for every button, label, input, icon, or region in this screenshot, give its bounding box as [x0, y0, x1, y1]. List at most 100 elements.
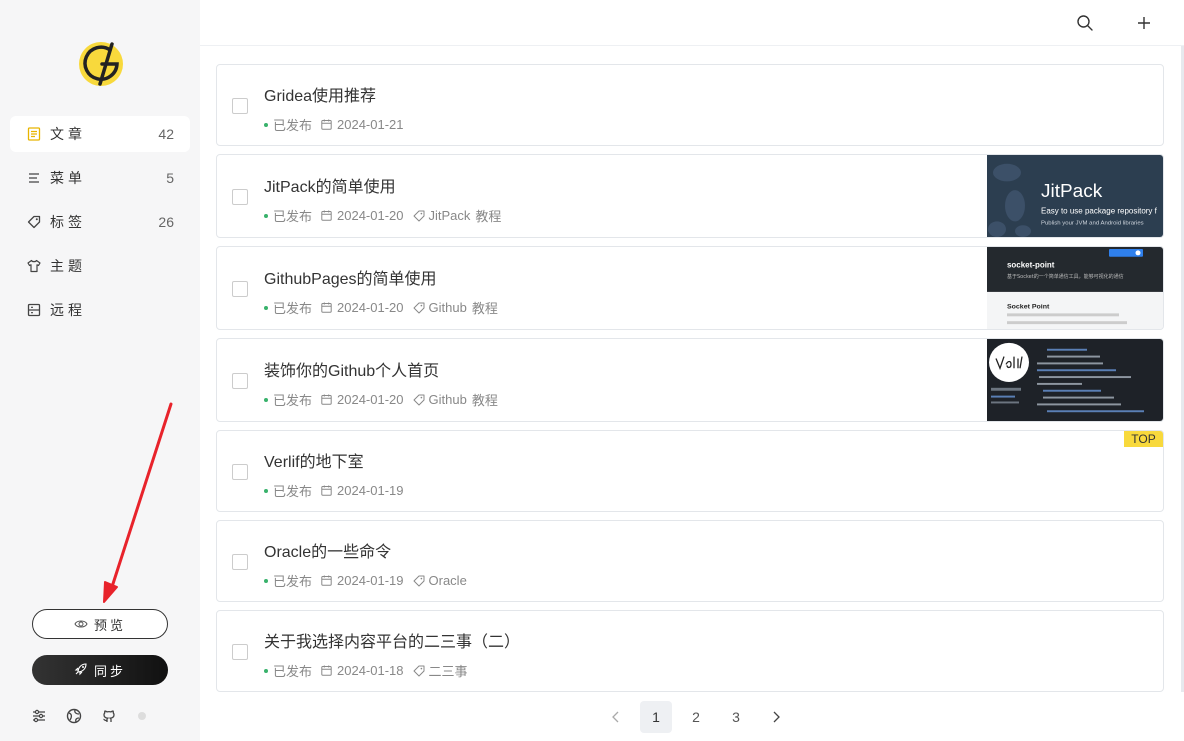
- post-card[interactable]: Gridea使用推荐已发布 2024-01-21: [216, 64, 1164, 146]
- page-button-3[interactable]: 3: [720, 701, 752, 733]
- sidebar-item-label: 标签: [50, 214, 86, 230]
- post-checkbox[interactable]: [232, 189, 248, 205]
- sidebar-item-remote[interactable]: 远程: [10, 292, 190, 328]
- tag-icon: [413, 394, 425, 406]
- search-icon[interactable]: [1076, 14, 1094, 32]
- post-title[interactable]: Gridea使用推荐: [264, 82, 376, 106]
- tag-icon: [27, 215, 41, 229]
- published-dot: [264, 305, 268, 310]
- post-date: 2024-01-21: [337, 117, 404, 132]
- post-checkbox[interactable]: [232, 464, 248, 480]
- post-status: 已发布: [273, 574, 313, 589]
- top-badge: TOP: [1124, 431, 1163, 447]
- post-thumbnail: socket-point 基于Socket的一个简单通信工具，能够可视化的通信 So…: [987, 247, 1163, 329]
- app-logo: [76, 40, 126, 88]
- post-title[interactable]: GithubPages的简单使用: [264, 265, 437, 289]
- settings-sliders-icon[interactable]: [30, 707, 48, 725]
- post-tag: 教程: [471, 393, 498, 408]
- post-checkbox[interactable]: [232, 554, 248, 570]
- thumb-line2: Publish your JVM and Android libraries: [1041, 220, 1144, 226]
- post-tag: Oracle: [428, 573, 467, 588]
- connection-status-dot: [138, 712, 146, 720]
- thumb-title: JitPack: [1041, 180, 1103, 201]
- post-card[interactable]: 关于我选择内容平台的二三事（二） 已发布 2024-01-18 二三事: [216, 610, 1164, 692]
- thumb-subtitle: 基于Socket的一个简单通信工具，能够可视化的通信: [1007, 273, 1124, 280]
- post-date: 2024-01-18: [337, 663, 404, 678]
- published-dot: [264, 397, 268, 402]
- post-card[interactable]: 装饰你的Github个人首页 已发布 2024-01-20 Github 教程: [216, 338, 1164, 422]
- post-title[interactable]: Oracle的一些命令: [264, 538, 391, 562]
- post-tag: 教程: [475, 209, 502, 224]
- sync-label: 同步: [93, 663, 126, 679]
- post-checkbox[interactable]: [232, 281, 248, 297]
- main-content: Gridea使用推荐 已发布 2024-01-21 JitPack的简单使用 已发布 20…: [200, 0, 1184, 741]
- sidebar-item-count: 26: [158, 214, 174, 230]
- post-status: 已发布: [273, 664, 313, 679]
- sidebar-item-count: 5: [166, 170, 174, 186]
- post-thumbnail: JitPack Easy to use package repository f P…: [987, 155, 1163, 237]
- preview-label: 预览: [93, 617, 126, 633]
- post-checkbox[interactable]: [232, 644, 248, 660]
- remote-icon: [27, 303, 41, 317]
- preview-button[interactable]: 预览: [32, 609, 168, 639]
- post-thumbnail: [987, 339, 1163, 421]
- post-card[interactable]: JitPack的简单使用 已发布 2024-01-20 JitPack 教程 JitPac…: [216, 154, 1164, 238]
- post-date: 2024-01-20: [337, 208, 404, 223]
- post-tag: 教程: [471, 301, 498, 316]
- published-dot: [264, 668, 268, 673]
- next-page-button[interactable]: [760, 701, 792, 733]
- post-meta: 已发布 2024-01-19 Oracle: [264, 571, 467, 590]
- post-checkbox[interactable]: [232, 98, 248, 114]
- post-title[interactable]: Verlif的地下室: [264, 448, 364, 472]
- globe-icon[interactable]: [65, 707, 83, 725]
- post-title[interactable]: JitPack的简单使用: [264, 173, 396, 197]
- github-icon[interactable]: [100, 707, 118, 725]
- rocket-icon: [74, 662, 88, 679]
- post-checkbox[interactable]: [232, 373, 248, 389]
- post-meta: 已发布 2024-01-20 JitPack 教程: [264, 206, 501, 225]
- thumb-heading: Socket Point: [1007, 304, 1050, 311]
- thumb-line1: Easy to use package repository f: [1041, 207, 1158, 216]
- post-tag: Github: [428, 392, 467, 407]
- post-date: 2024-01-19: [337, 483, 404, 498]
- post-meta: 已发布 2024-01-18 二三事: [264, 661, 468, 680]
- page-button-1[interactable]: 1: [640, 701, 672, 733]
- calendar-icon: [321, 665, 332, 676]
- published-dot: [264, 122, 268, 127]
- tag-icon: [413, 665, 425, 677]
- post-tag: JitPack: [428, 208, 471, 223]
- sidebar-item-label: 主题: [50, 258, 86, 274]
- post-card[interactable]: Verlif的地下室已发布 2024-01-19 TOP: [216, 430, 1164, 512]
- post-title[interactable]: 关于我选择内容平台的二三事（二）: [264, 628, 520, 652]
- pagination: 1 2 3: [600, 701, 800, 733]
- post-tag: Github: [428, 300, 467, 315]
- calendar-icon: [321, 394, 332, 405]
- sidebar-footer: [30, 707, 163, 725]
- sidebar-item-themes[interactable]: 主题: [10, 248, 190, 284]
- add-post-icon[interactable]: [1135, 14, 1153, 32]
- calendar-icon: [321, 302, 332, 313]
- sidebar: 文章 42 菜单 5 标签 26 主题远程 预览 同步: [0, 0, 200, 741]
- post-card[interactable]: Oracle的一些命令已发布 2024-01-19 Oracle: [216, 520, 1164, 602]
- post-status: 已发布: [273, 301, 313, 316]
- top-toolbar: [200, 0, 1184, 46]
- eye-icon: [74, 617, 88, 632]
- sidebar-item-label: 文章: [50, 126, 86, 142]
- tag-icon: [413, 210, 425, 222]
- sidebar-item-articles[interactable]: 文章 42: [10, 116, 190, 152]
- sidebar-item-menus[interactable]: 菜单 5: [10, 160, 190, 196]
- sidebar-item-tags[interactable]: 标签 26: [10, 204, 190, 240]
- sync-button[interactable]: 同步: [32, 655, 168, 685]
- post-title[interactable]: 装饰你的Github个人首页: [264, 357, 439, 381]
- sidebar-item-label: 远程: [50, 302, 86, 318]
- post-status: 已发布: [273, 393, 313, 408]
- post-card[interactable]: GithubPages的简单使用已发布 2024-01-20 Github 教程 soc…: [216, 246, 1164, 330]
- post-status: 已发布: [273, 118, 313, 133]
- post-meta: 已发布 2024-01-19: [264, 481, 404, 500]
- published-dot: [264, 488, 268, 493]
- prev-page-button[interactable]: [600, 701, 632, 733]
- post-tag: 二三事: [428, 664, 468, 679]
- page-button-2[interactable]: 2: [680, 701, 712, 733]
- post-date: 2024-01-20: [337, 300, 404, 315]
- sidebar-nav: 文章 42 菜单 5 标签 26 主题远程: [10, 116, 190, 336]
